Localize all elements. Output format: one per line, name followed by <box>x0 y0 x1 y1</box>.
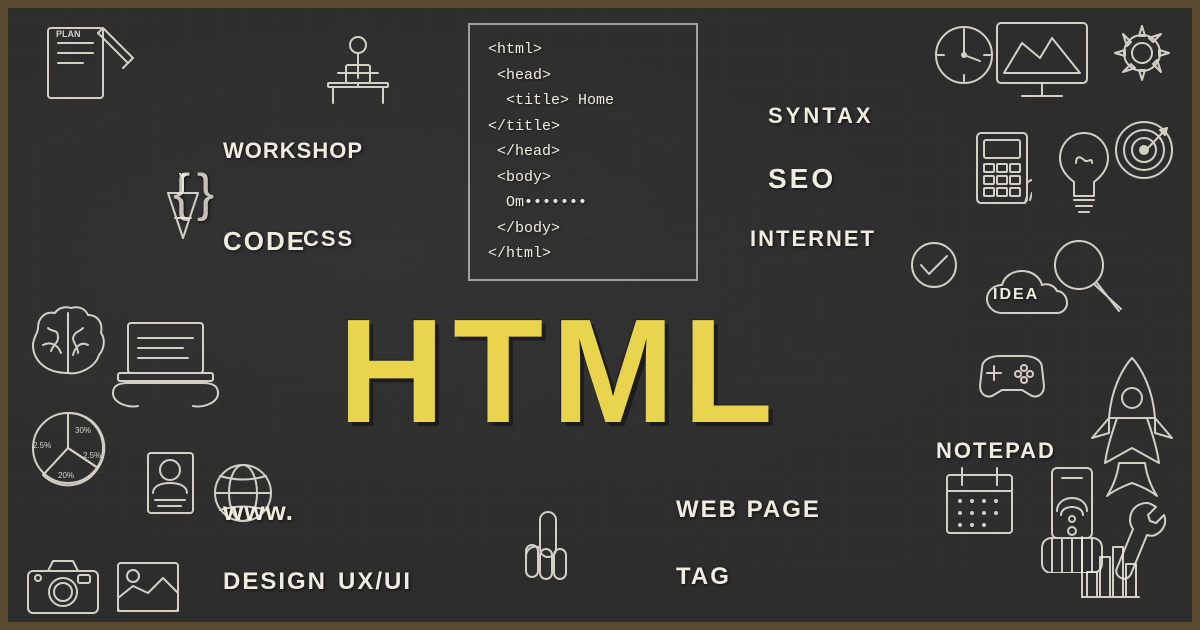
lightbulb-icon <box>1052 128 1117 228</box>
code-line-8: </html> <box>488 241 678 267</box>
code-line-3: <title> Home </title> <box>488 88 678 139</box>
svg-text:PLAN: PLAN <box>56 29 81 39</box>
laptop-icon <box>108 318 223 418</box>
calendar-icon <box>942 463 1017 543</box>
internet-label: INTERNET <box>750 226 876 252</box>
syntax-label: SYNTAX <box>768 103 874 129</box>
css-label: CSS <box>303 226 354 252</box>
uxui-label: UX/UI <box>338 568 412 596</box>
cloud-icon <box>982 263 1092 338</box>
code-line-5: <body> <box>488 165 678 191</box>
hand-pointer-icon <box>518 507 578 592</box>
bar-chart-icon <box>1077 532 1142 607</box>
main-title: HTML <box>338 298 781 446</box>
code-line-4: </head> <box>488 139 678 165</box>
checkmark-icon <box>907 238 962 298</box>
gear-icon <box>1107 18 1177 93</box>
pen-nib-icon <box>163 173 203 258</box>
profile-card-icon <box>143 448 198 523</box>
pie-chart-icon: 30% 2.5% 20% 2.5% <box>23 403 113 498</box>
seo-label: SEO <box>768 163 836 195</box>
svg-text:30%: 30% <box>75 426 91 435</box>
svg-text:2.5%: 2.5% <box>83 451 101 460</box>
pencil-writing-icon: PLAN <box>38 23 138 113</box>
code-line-7: </body> <box>488 216 678 242</box>
code-line-6: Om••••••• <box>488 190 678 216</box>
notepad-label: NOTEPAD <box>936 438 1056 464</box>
code-line-1: <html> <box>488 37 678 63</box>
camera-icon <box>23 553 103 623</box>
design-label: DESIGN <box>223 568 327 596</box>
target-icon <box>1112 118 1177 188</box>
svg-text:2.5%: 2.5% <box>33 441 51 450</box>
webpage-label: WEB PAGE <box>676 496 821 524</box>
image-icon <box>113 558 183 621</box>
code-line-2: <head> <box>488 63 678 89</box>
person-desk-icon <box>318 33 398 118</box>
brain-icon <box>23 303 113 388</box>
calculator-icon <box>972 128 1032 213</box>
html-code-block: <html> <head> <title> Home </title> </he… <box>468 23 698 281</box>
workshop-label: WORKSHOP <box>223 138 363 164</box>
clock-icon <box>932 23 997 93</box>
chalkboard-background: HTML WORKSHOP CODE CSS SYNTAX SEO INTERN… <box>0 0 1200 630</box>
monitor-icon <box>992 18 1102 108</box>
globe-icon <box>208 458 278 533</box>
gamepad-icon <box>972 348 1052 408</box>
tag-label: TAG <box>676 563 731 591</box>
code-label: CODE <box>223 226 306 257</box>
svg-text:20%: 20% <box>58 471 74 480</box>
